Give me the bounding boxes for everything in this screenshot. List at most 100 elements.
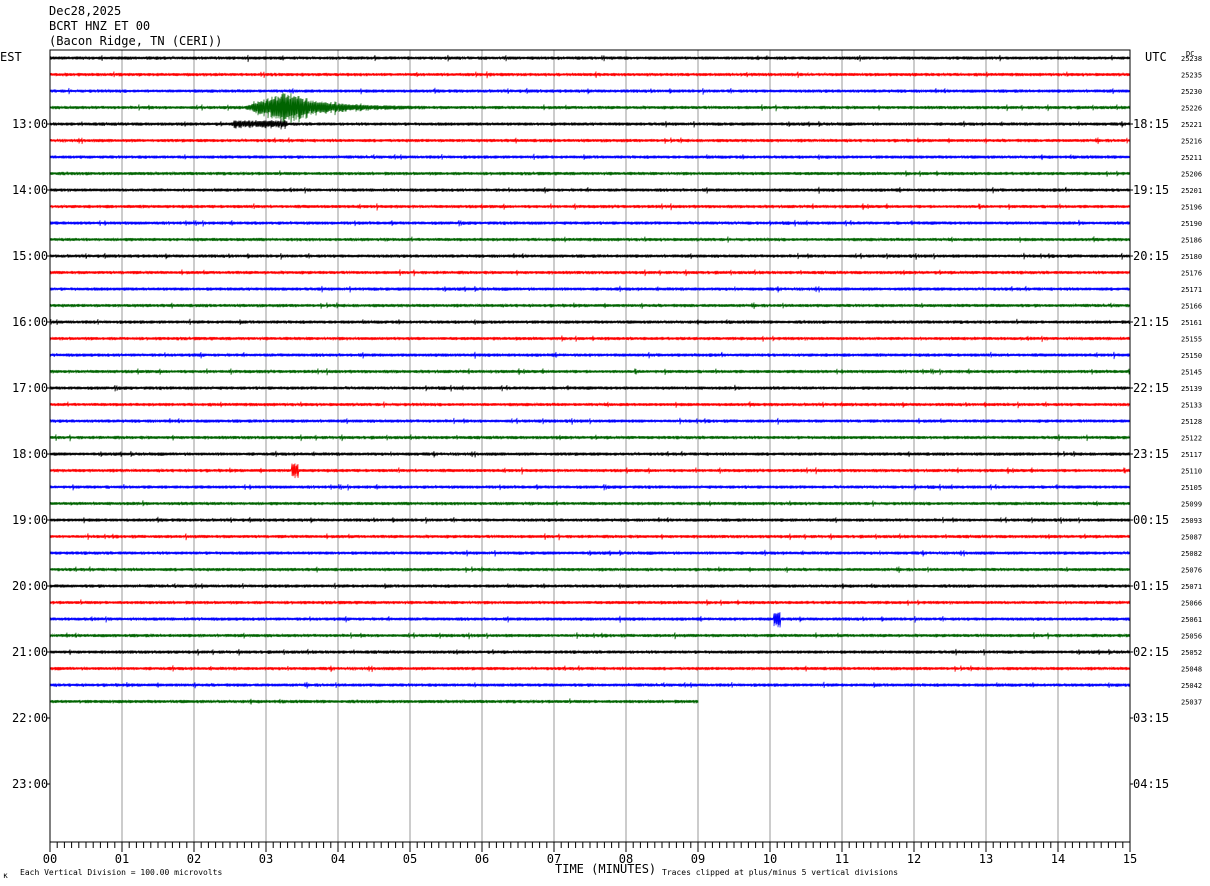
x-tick-label: 00 xyxy=(43,852,57,866)
hour-label-est: 23:00 xyxy=(12,777,48,791)
trace-10 xyxy=(49,219,1131,227)
trace-28 xyxy=(49,516,1131,524)
hour-label-utc: 21:15 xyxy=(1133,315,1169,329)
trace-39 xyxy=(49,698,699,705)
hour-label-utc: 22:15 xyxy=(1133,381,1169,395)
trace-29 xyxy=(49,533,1131,541)
trace-32 xyxy=(49,582,1131,590)
trace-3 xyxy=(49,92,1131,126)
dc-offset-label: 25128 xyxy=(1181,418,1202,426)
x-tick-label: 05 xyxy=(403,852,417,866)
helicorder-chart: EST UTC DC TIME (MINUTES) Each Vertical … xyxy=(0,49,1202,880)
trace-19 xyxy=(49,368,1131,376)
dc-offset-label: 25122 xyxy=(1181,435,1202,443)
trace-20 xyxy=(49,384,1131,392)
trace-6 xyxy=(49,153,1131,161)
clip-note: Traces clipped at plus/minus 5 vertical … xyxy=(662,868,898,877)
dc-offset-label: 25105 xyxy=(1181,484,1202,492)
hour-label-utc: 20:15 xyxy=(1133,249,1169,263)
hour-label-est: 18:00 xyxy=(12,447,48,461)
dc-offset-label: 25087 xyxy=(1181,534,1202,542)
trace-7 xyxy=(49,170,1131,177)
dc-offset-label: 25201 xyxy=(1181,187,1202,195)
corner-mark: κ xyxy=(3,871,8,880)
x-tick-label: 07 xyxy=(547,852,561,866)
dc-offset-label: 25056 xyxy=(1181,633,1202,641)
trace-0 xyxy=(49,54,1131,63)
trace-8 xyxy=(49,186,1131,194)
dc-offset-label: 25150 xyxy=(1181,352,1202,360)
trace-25 xyxy=(49,463,1131,479)
dc-offset-label: 25082 xyxy=(1181,550,1202,558)
seismic-traces xyxy=(49,54,1131,705)
seismogram-page: Dec28,2025 BCRT HNZ ET 00 (Bacon Ridge, … xyxy=(0,0,1210,886)
trace-36 xyxy=(49,648,1131,656)
dc-offset-label: 25061 xyxy=(1181,616,1202,624)
trace-26 xyxy=(49,483,1131,491)
hour-label-utc: 00:15 xyxy=(1133,513,1169,527)
dc-offset-label: 25226 xyxy=(1181,105,1202,113)
hour-label-est: 16:00 xyxy=(12,315,48,329)
dc-offset-label: 25230 xyxy=(1181,88,1202,96)
x-tick-label: 03 xyxy=(259,852,273,866)
dc-offset-label: 25238 xyxy=(1181,55,1202,63)
x-tick-label: 06 xyxy=(475,852,489,866)
trace-27 xyxy=(49,500,1131,507)
trace-9 xyxy=(49,203,1131,211)
x-tick-label: 14 xyxy=(1051,852,1065,866)
dc-offset-label: 25037 xyxy=(1181,699,1202,707)
dc-offset-label: 25110 xyxy=(1181,468,1202,476)
trace-17 xyxy=(49,335,1131,343)
trace-24 xyxy=(49,450,1131,458)
hour-label-utc: 23:15 xyxy=(1133,447,1169,461)
hour-label-utc: 04:15 xyxy=(1133,777,1169,791)
trace-22 xyxy=(49,417,1131,425)
trace-31 xyxy=(49,566,1131,574)
right-axis-label: UTC xyxy=(1145,50,1167,64)
dc-offset-label: 25076 xyxy=(1181,567,1202,575)
hour-label-est: 14:00 xyxy=(12,183,48,197)
x-tick-label: 13 xyxy=(979,852,993,866)
dc-offset-label: 25042 xyxy=(1181,682,1202,690)
trace-12 xyxy=(49,252,1131,260)
dc-offset-label: 25206 xyxy=(1181,171,1202,179)
trace-34 xyxy=(49,612,1131,628)
trace-2 xyxy=(49,87,1131,95)
x-axis-title: TIME (MINUTES) xyxy=(555,862,656,876)
hour-label-est: 20:00 xyxy=(12,579,48,593)
x-tick-label: 10 xyxy=(763,852,777,866)
dc-offset-label: 25186 xyxy=(1181,237,1202,245)
dc-offset-label: 25048 xyxy=(1181,666,1202,674)
dc-offset-label: 25066 xyxy=(1181,600,1202,608)
trace-35 xyxy=(49,632,1131,640)
hour-label-est: 17:00 xyxy=(12,381,48,395)
trace-11 xyxy=(49,236,1131,243)
hour-label-utc: 03:15 xyxy=(1133,711,1169,725)
trace-16 xyxy=(49,318,1131,326)
dc-offset-label: 25166 xyxy=(1181,303,1202,311)
dc-offset-label: 25099 xyxy=(1181,501,1202,509)
hour-label-est: 15:00 xyxy=(12,249,48,263)
minute-grid xyxy=(121,50,1059,842)
trace-21 xyxy=(49,401,1131,409)
x-tick-label: 02 xyxy=(187,852,201,866)
trace-33 xyxy=(49,599,1131,606)
x-tick-label: 11 xyxy=(835,852,849,866)
trace-13 xyxy=(49,269,1131,277)
dc-offset-label: 25196 xyxy=(1181,204,1202,212)
hour-label-utc: 02:15 xyxy=(1133,645,1169,659)
trace-1 xyxy=(49,71,1131,79)
dc-offset-label: 25155 xyxy=(1181,336,1202,344)
hour-label-utc: 01:15 xyxy=(1133,579,1169,593)
dc-offset-label: 25071 xyxy=(1181,583,1202,591)
trace-14 xyxy=(49,285,1131,293)
trace-23 xyxy=(49,434,1131,442)
trace-30 xyxy=(49,549,1131,557)
x-tick-label: 08 xyxy=(619,852,633,866)
trace-37 xyxy=(49,665,1131,673)
dc-offset-label: 25211 xyxy=(1181,154,1202,162)
dc-offset-label: 25235 xyxy=(1181,72,1202,80)
dc-offset-label: 25190 xyxy=(1181,220,1202,228)
dc-offset-label: 25139 xyxy=(1181,385,1202,393)
hour-label-est: 22:00 xyxy=(12,711,48,725)
